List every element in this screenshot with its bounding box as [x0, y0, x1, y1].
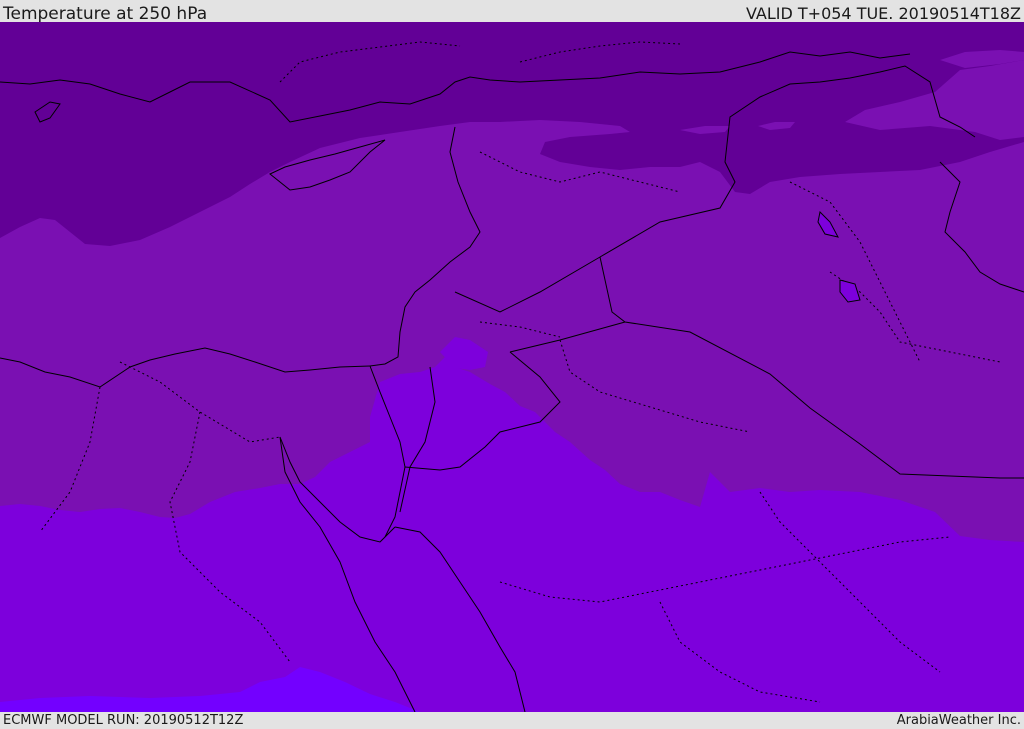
- header-bar: Temperature at 250 hPa VALID T+054 TUE. …: [0, 0, 1024, 24]
- credit: ArabiaWeather Inc.: [896, 713, 1021, 728]
- footer-bar: ECMWF MODEL RUN: 20190512T12Z ArabiaWeat…: [0, 712, 1024, 729]
- temperature-map[interactable]: [0, 22, 1024, 712]
- map-canvas: [0, 22, 1024, 712]
- model-run: ECMWF MODEL RUN: 20190512T12Z: [3, 713, 244, 728]
